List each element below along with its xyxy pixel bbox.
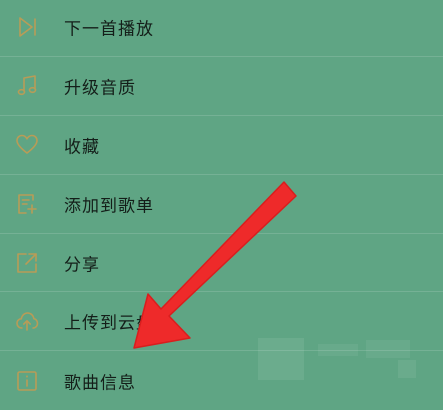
menu-item-share[interactable]: 分享 xyxy=(0,234,443,293)
add-playlist-icon xyxy=(14,191,40,217)
heart-icon xyxy=(14,132,40,158)
menu-item-label: 上传到云盘 xyxy=(64,313,154,334)
menu-item-label: 分享 xyxy=(64,255,100,275)
watermark xyxy=(258,338,416,380)
menu-item-upgrade-quality[interactable]: 升级音质 xyxy=(0,57,443,116)
menu-item-favorite[interactable]: 收藏 xyxy=(0,116,443,175)
cloud-upload-icon xyxy=(14,308,40,334)
info-icon xyxy=(14,368,40,394)
menu-item-label: 下一首播放 xyxy=(64,19,154,40)
menu-item-label: 添加到歌单 xyxy=(64,196,154,217)
menu-item-label: 歌曲信息 xyxy=(64,373,136,394)
menu-item-label: 收藏 xyxy=(64,137,100,158)
menu-item-label: 升级音质 xyxy=(64,78,136,99)
menu-item-add-to-playlist[interactable]: 添加到歌单 xyxy=(0,175,443,234)
play-next-icon xyxy=(14,14,40,40)
share-icon xyxy=(14,250,40,276)
music-note-icon xyxy=(14,73,40,99)
menu-item-play-next[interactable]: 下一首播放 xyxy=(0,0,443,57)
